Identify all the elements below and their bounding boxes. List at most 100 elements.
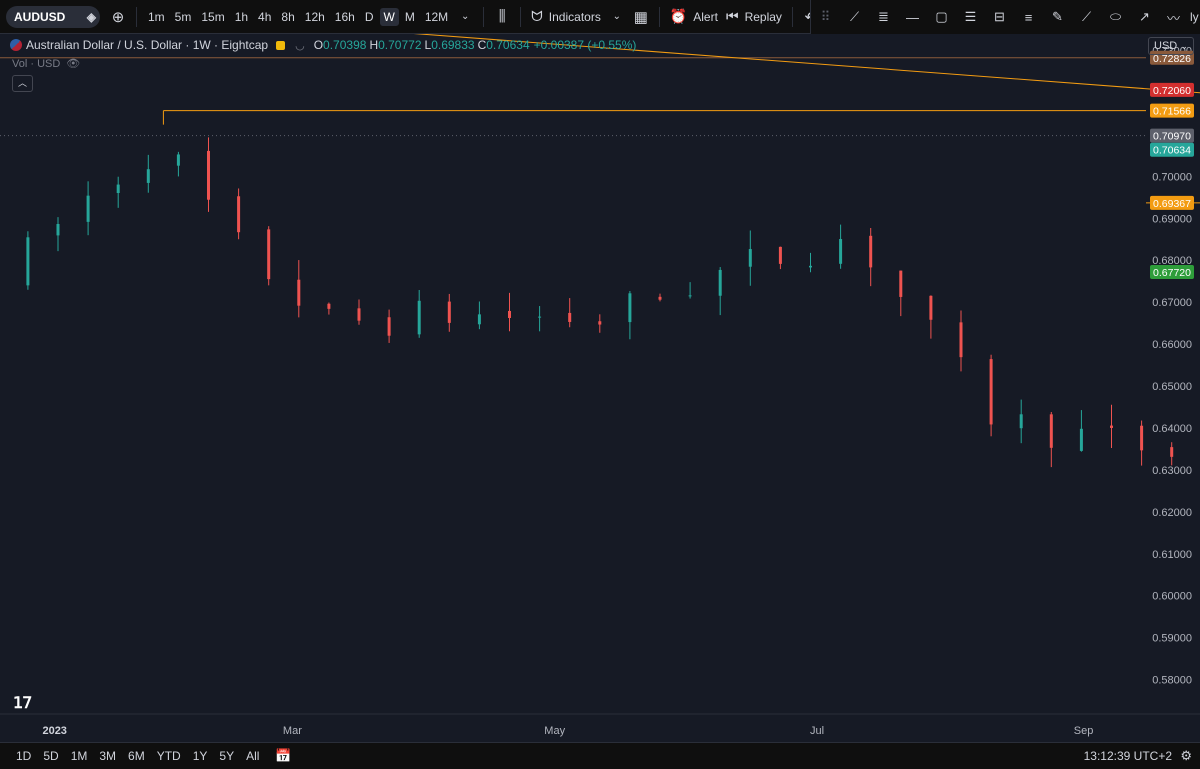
- candle-body: [357, 308, 361, 321]
- candle-body: [207, 150, 210, 200]
- trend-line-icon[interactable]: ⟋: [840, 9, 869, 25]
- range-all[interactable]: All: [246, 749, 259, 763]
- candle-body: [297, 279, 301, 306]
- time-tick-label: Sep: [1074, 725, 1094, 737]
- interval-15m[interactable]: 15m: [197, 8, 228, 26]
- interval-8h[interactable]: 8h: [277, 8, 298, 26]
- range-5y[interactable]: 5Y: [219, 749, 234, 763]
- hide-icon[interactable]: ◡: [295, 39, 305, 52]
- symbol-search-button[interactable]: AUDUSD ◈: [6, 5, 100, 28]
- price-label-text: 0.72060: [1153, 85, 1191, 97]
- price-tick-label: 0.62000: [1152, 507, 1192, 519]
- candle-body: [1110, 425, 1113, 428]
- alert-button[interactable]: ⏰ Alert: [670, 8, 718, 25]
- interval-d[interactable]: D: [361, 8, 378, 26]
- alert-label: Alert: [693, 9, 718, 24]
- alarm-clock-icon: ⏰: [669, 8, 688, 24]
- candle-body: [598, 321, 602, 325]
- candlestick-type-icon[interactable]: ⫼: [490, 8, 514, 25]
- gear-icon[interactable]: ⚙: [1180, 748, 1192, 764]
- candle-body: [56, 224, 60, 236]
- tradingview-logo[interactable]: 𝟣𝟩: [13, 693, 32, 713]
- range-1m[interactable]: 1M: [71, 749, 88, 763]
- interval-4h[interactable]: 4h: [254, 8, 275, 26]
- candle-body: [387, 317, 391, 336]
- replay-button[interactable]: ⏮ Replay: [726, 8, 782, 25]
- add-symbol-icon[interactable]: ⊕: [106, 8, 130, 26]
- parallel-channel-icon[interactable]: ≣: [869, 9, 898, 25]
- candle-body: [477, 314, 481, 325]
- time-tick-label: 2023: [42, 725, 66, 737]
- trend-line-drawing[interactable]: [0, 34, 1200, 529]
- eye-icon[interactable]: 👁: [66, 57, 80, 70]
- pattern-icon[interactable]: 〰: [1159, 8, 1188, 27]
- price-tick-label: 0.64000: [1152, 423, 1192, 435]
- chevron-down-icon[interactable]: ⌄: [605, 11, 629, 22]
- truncated-text: ly: [1190, 10, 1199, 24]
- candle-body: [417, 300, 421, 335]
- calendar-icon[interactable]: 📅: [275, 748, 291, 764]
- currency-selector[interactable]: USD ⌄: [1148, 37, 1194, 55]
- ellipse-icon[interactable]: ⬭: [1101, 9, 1130, 25]
- clock[interactable]: 13:12:39 UTC+2: [1084, 749, 1172, 763]
- interval-16h[interactable]: 16h: [331, 8, 359, 26]
- price-chart[interactable]: 0.730000.720000.710000.700000.690000.680…: [0, 34, 1200, 742]
- horizontal-line-icon[interactable]: —: [898, 10, 927, 25]
- interval-12m[interactable]: 12M: [421, 8, 452, 26]
- text-note-icon[interactable]: ≡: [1014, 10, 1043, 25]
- market-status-icon[interactable]: [276, 40, 286, 50]
- range-ytd[interactable]: YTD: [157, 749, 181, 763]
- candle-body: [1019, 414, 1023, 429]
- interval-12h[interactable]: 12h: [301, 8, 329, 26]
- series-title[interactable]: Australian Dollar / U.S. Dollar · 1W · E…: [26, 38, 268, 52]
- range-1y[interactable]: 1Y: [193, 749, 208, 763]
- change-value: +0.00387 (+0.55%): [533, 38, 637, 52]
- candle-body: [989, 359, 993, 425]
- candle-body: [176, 154, 180, 166]
- indicators-button[interactable]: ᗢ Indicators: [531, 8, 601, 25]
- price-tick-label: 0.70000: [1152, 171, 1192, 183]
- time-axis[interactable]: 2023MarMayJulSepNov2024MarMayJulSepNov20…: [0, 713, 1200, 737]
- interval-selector: 1m 5m 15m 1h 4h 8h 12h 16h D W M 12M: [143, 7, 453, 26]
- low-value: 0.69833: [431, 38, 475, 52]
- drawing-toolbar: ⠿ ⟋ ≣ — ▢ ☰ ⊟ ≡ ✎ ⟋ ⬭ ↗ 〰 ly: [810, 0, 1200, 34]
- candle-body: [568, 312, 572, 322]
- interval-5m[interactable]: 5m: [171, 8, 196, 26]
- projection-icon[interactable]: ↗: [1130, 9, 1159, 25]
- candle-body: [809, 265, 812, 268]
- layouts-grid-icon[interactable]: ▦: [629, 8, 653, 26]
- interval-1m[interactable]: 1m: [144, 8, 169, 26]
- interval-1h[interactable]: 1h: [231, 8, 252, 26]
- interval-w[interactable]: W: [379, 7, 399, 26]
- volume-legend[interactable]: Vol · USD 👁: [12, 57, 80, 71]
- candle-body: [658, 296, 662, 300]
- candle-body: [267, 229, 271, 280]
- rectangle-icon[interactable]: ▢: [927, 9, 956, 25]
- time-tick-label: May: [544, 725, 565, 737]
- candle-body: [327, 303, 331, 309]
- flag-icon: [10, 39, 22, 51]
- fib-retracement-icon[interactable]: ☰: [956, 9, 985, 25]
- range-5d[interactable]: 5D: [43, 749, 58, 763]
- candle-body: [778, 246, 782, 264]
- range-1d[interactable]: 1D: [16, 749, 31, 763]
- range-6m[interactable]: 6M: [128, 749, 145, 763]
- range-3m[interactable]: 3M: [99, 749, 116, 763]
- chart-legend: Australian Dollar / U.S. Dollar · 1W · E…: [10, 38, 636, 52]
- price-range-icon[interactable]: ⊟: [985, 9, 1014, 25]
- symbol-name: AUDUSD: [14, 9, 66, 24]
- currency-label: USD: [1154, 40, 1178, 52]
- candle-body: [718, 269, 722, 296]
- time-tick-label: Mar: [283, 725, 302, 737]
- chevron-down-icon[interactable]: ⌄: [453, 11, 477, 22]
- candle-body: [1079, 428, 1083, 451]
- drag-handle-icon[interactable]: ⠿: [811, 9, 840, 25]
- candle-body: [628, 293, 632, 323]
- collapse-legend-button[interactable]: ︿: [12, 75, 33, 92]
- ray-icon[interactable]: ⟋: [1072, 9, 1101, 25]
- price-label-text: 0.69367: [1153, 198, 1191, 210]
- brush-icon[interactable]: ✎: [1043, 9, 1072, 25]
- close-value: 0.70634: [486, 38, 530, 52]
- interval-m[interactable]: M: [401, 8, 419, 26]
- diamond-icon[interactable]: ◈: [87, 10, 96, 24]
